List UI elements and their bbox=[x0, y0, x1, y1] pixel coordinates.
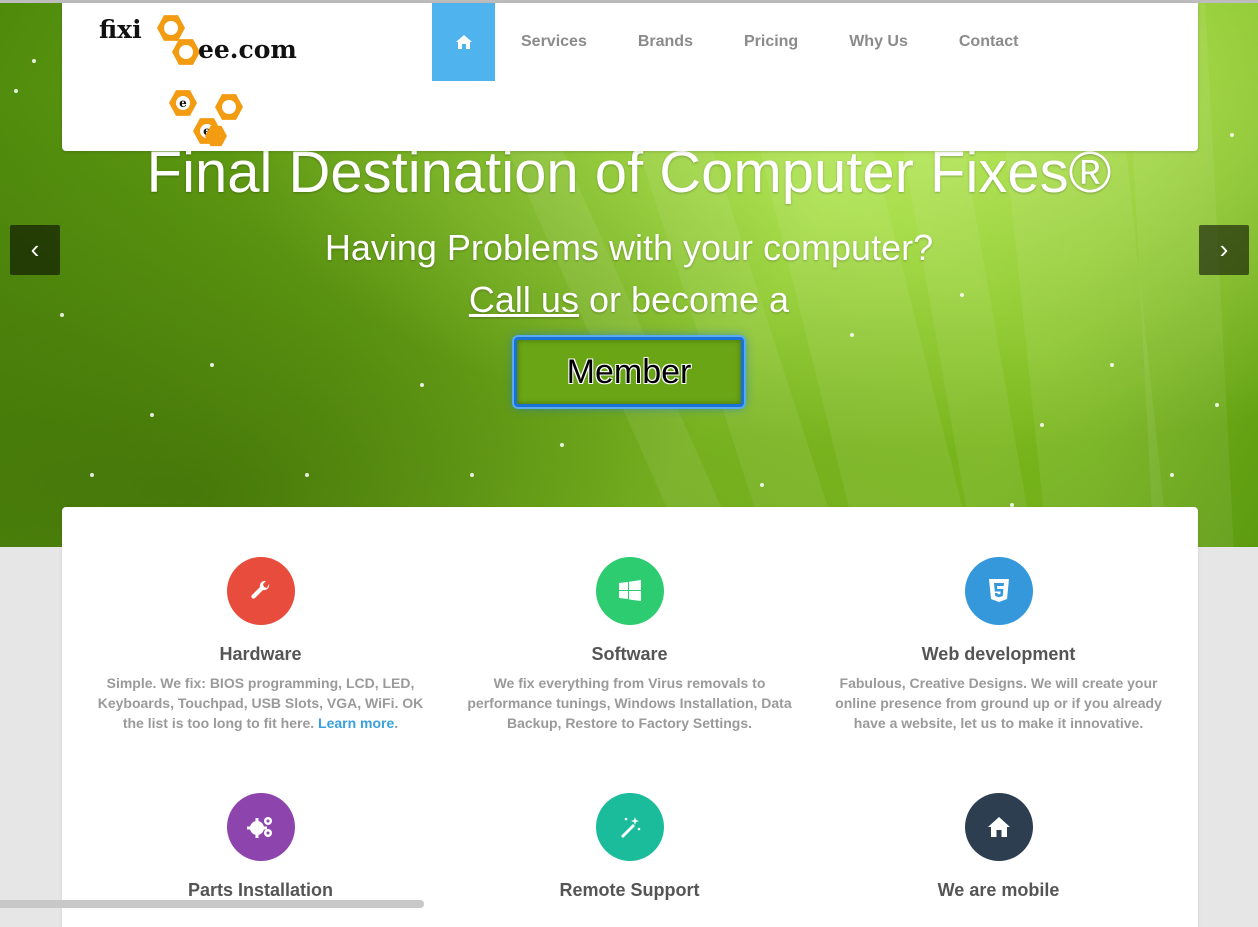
horizontal-scrollbar[interactable] bbox=[0, 900, 424, 908]
feature-description: We fix everything from Virus removals to… bbox=[467, 675, 792, 731]
sparkle bbox=[150, 413, 154, 417]
sparkle bbox=[850, 333, 854, 337]
nav-why-us[interactable]: Why Us bbox=[823, 3, 933, 81]
call-line-text: or become a bbox=[578, 279, 790, 320]
logo-hex-icon: e bbox=[169, 90, 197, 116]
logo-hex-letter: e bbox=[176, 96, 190, 110]
feature-parts-installation: Parts Installation bbox=[76, 793, 445, 901]
feature-text-suffix: . bbox=[394, 715, 399, 731]
sparkle bbox=[14, 89, 18, 93]
home-icon bbox=[455, 35, 472, 49]
feature-icon-circle bbox=[595, 793, 664, 861]
feature-title: Parts Installation bbox=[187, 880, 334, 900]
feature-title: Hardware bbox=[219, 644, 302, 664]
feature-hardware: Hardware Simple. We fix: BIOS programmin… bbox=[76, 557, 445, 733]
feature-remote-support: Remote Support bbox=[445, 793, 814, 901]
feature-mobile: We are mobile bbox=[814, 793, 1183, 901]
sparkle bbox=[1215, 403, 1219, 407]
sparkle bbox=[210, 363, 214, 367]
feature-software: Software We fix everything from Virus re… bbox=[445, 557, 814, 733]
logo-hex-center bbox=[179, 45, 193, 59]
chevron-right-icon: › bbox=[1219, 234, 1229, 264]
feature-title: Web development bbox=[921, 644, 1076, 664]
feature-icon-circle bbox=[226, 557, 295, 625]
feature-title: Remote Support bbox=[559, 880, 700, 900]
logo-text-right: ee.com bbox=[198, 35, 297, 64]
sparkle bbox=[90, 473, 94, 477]
feature-description: Fabulous, Creative Designs. We will crea… bbox=[835, 675, 1162, 731]
nav-brands[interactable]: Brands bbox=[612, 3, 718, 81]
logo-hex-center bbox=[222, 100, 236, 114]
member-button[interactable]: Member bbox=[514, 337, 744, 407]
sparkle bbox=[1170, 473, 1174, 477]
hero-subtitle: Having Problems with your computer? bbox=[324, 227, 934, 268]
feature-title: Software bbox=[591, 644, 668, 664]
sparkle bbox=[32, 59, 36, 63]
slider-prev-button[interactable]: ‹ bbox=[10, 225, 60, 275]
gears-icon bbox=[246, 817, 272, 838]
feature-icon-circle bbox=[964, 557, 1033, 625]
nav-services[interactable]: Services bbox=[495, 3, 612, 81]
html5-icon bbox=[988, 579, 1009, 602]
site-header: fixi ee.com e e Services Brands Pricing … bbox=[62, 3, 1198, 151]
logo-text-left: fixi bbox=[99, 15, 142, 44]
call-us-link[interactable]: Call us bbox=[469, 279, 579, 320]
sparkle bbox=[760, 483, 764, 487]
feature-icon-circle bbox=[226, 793, 295, 861]
home-icon bbox=[987, 817, 1010, 837]
nav-contact[interactable]: Contact bbox=[933, 3, 1044, 81]
site-logo[interactable]: fixi ee.com e e bbox=[62, 3, 322, 151]
logo-hex-center bbox=[164, 21, 178, 35]
logo-hex-icon bbox=[157, 15, 185, 41]
nav-pricing[interactable]: Pricing bbox=[718, 3, 823, 81]
sparkle bbox=[1040, 423, 1044, 427]
wrench-icon bbox=[250, 580, 269, 599]
slider-next-button[interactable]: › bbox=[1199, 225, 1249, 275]
feature-description: Simple. We fix: BIOS programming, LCD, L… bbox=[91, 673, 431, 733]
sparkle bbox=[560, 443, 564, 447]
logo-hex-icon bbox=[215, 94, 243, 120]
features-section: Hardware Simple. We fix: BIOS programmin… bbox=[62, 507, 1198, 927]
chevron-left-icon: ‹ bbox=[30, 234, 40, 264]
main-nav: Services Brands Pricing Why Us Contact bbox=[432, 3, 1043, 81]
sparkle bbox=[1230, 133, 1234, 137]
hero-call-line: Call us or become a bbox=[0, 279, 1258, 321]
sparkle bbox=[1110, 363, 1114, 367]
learn-more-link[interactable]: Learn more bbox=[318, 715, 394, 731]
sparkle bbox=[305, 473, 309, 477]
feature-title: We are mobile bbox=[937, 880, 1060, 900]
feature-icon-circle bbox=[595, 557, 664, 625]
sparkle bbox=[420, 383, 424, 387]
logo-hex-icon bbox=[172, 39, 200, 65]
feature-icon-circle bbox=[964, 793, 1033, 861]
sparkle bbox=[470, 473, 474, 477]
magic-wand-icon bbox=[620, 817, 640, 838]
windows-icon bbox=[618, 580, 641, 601]
feature-web-development: Web development Fabulous, Creative Desig… bbox=[814, 557, 1183, 733]
nav-home[interactable] bbox=[432, 3, 495, 81]
